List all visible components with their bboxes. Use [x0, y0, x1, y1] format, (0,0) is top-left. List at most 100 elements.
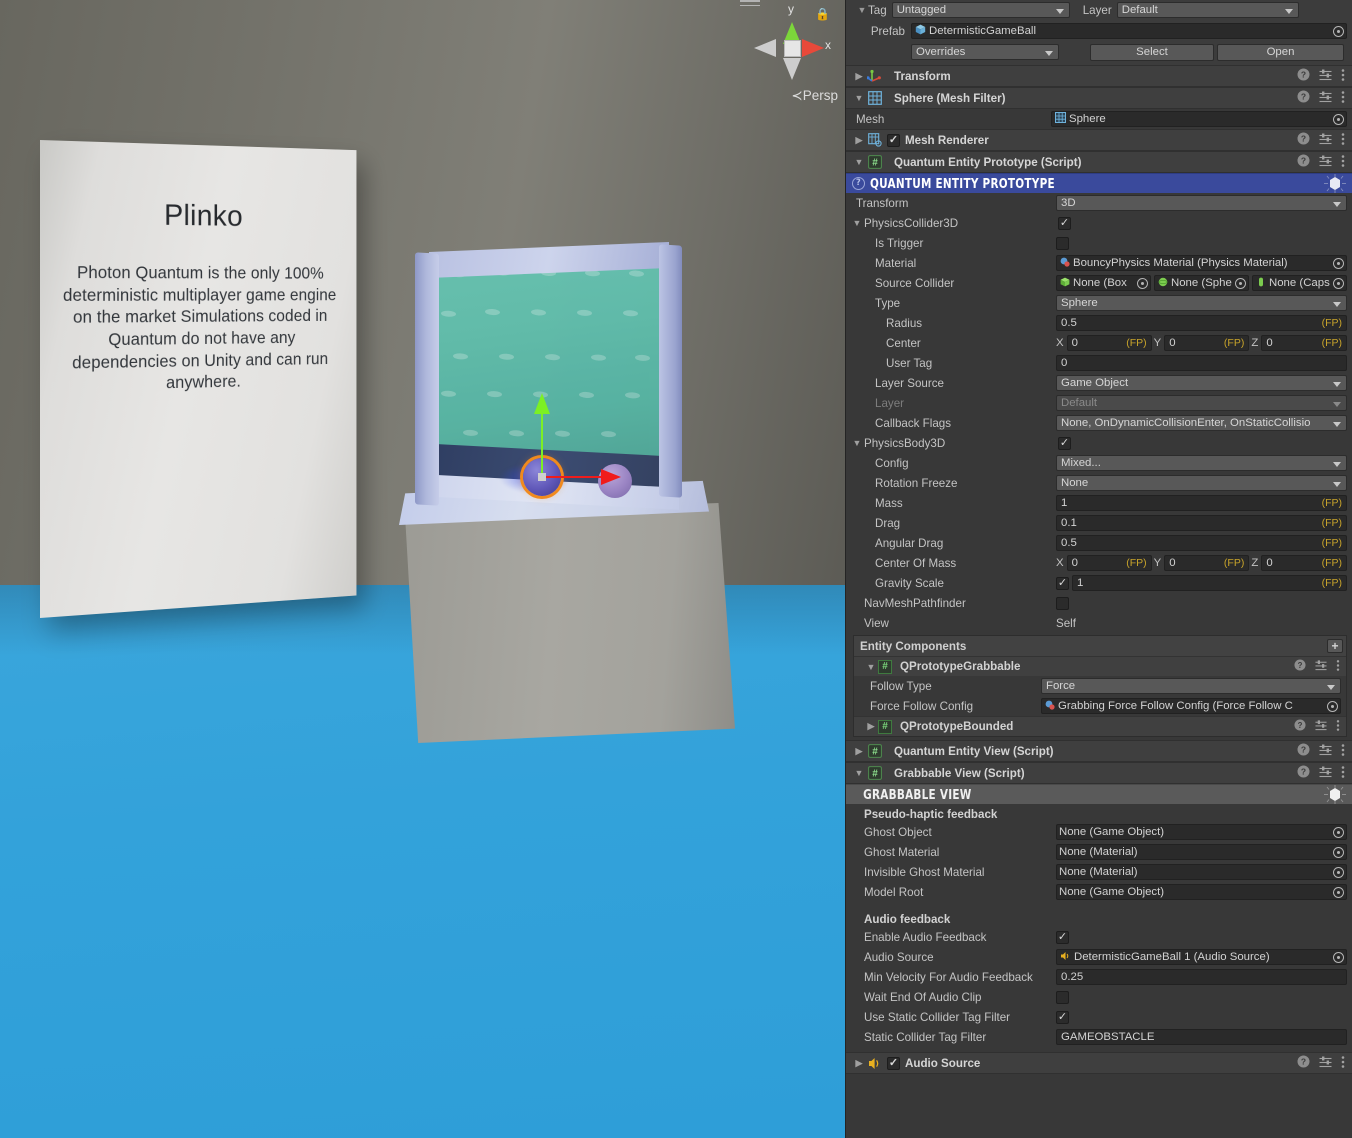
force-follow-config-picker-icon[interactable]: [1327, 701, 1338, 712]
mesh-renderer-enabled-checkbox[interactable]: ✓: [887, 133, 900, 147]
more-options-icon[interactable]: [1341, 743, 1345, 760]
component-header-quantum-entity-prototype[interactable]: ▼ # Quantum Entity Prototype (Script) ?: [846, 151, 1352, 173]
preset-icon[interactable]: [1319, 765, 1332, 781]
ghost-object-field[interactable]: None (Game Object): [1056, 824, 1347, 840]
source-collider-capsule-field[interactable]: None (Caps: [1252, 275, 1347, 291]
more-options-icon[interactable]: [1341, 132, 1345, 149]
capsule-collider-picker-icon[interactable]: [1333, 278, 1344, 289]
scene-gizmo-menu-icon[interactable]: [740, 0, 760, 8]
prefab-select-button[interactable]: Select: [1090, 43, 1214, 61]
inspector-panel[interactable]: ▼ Tag Untagged Layer Default Prefab Dete…: [845, 0, 1352, 1138]
more-options-icon[interactable]: [1341, 1055, 1345, 1072]
preset-icon[interactable]: [1319, 90, 1332, 106]
ghost-material-picker-icon[interactable]: [1333, 847, 1344, 858]
component-header-transform[interactable]: ▶ Transform ?: [846, 65, 1352, 87]
gizmo-projection-label[interactable]: ≺Persp: [748, 88, 838, 104]
scene-view[interactable]: Plinko Photon Quantum is the only 100% d…: [0, 0, 845, 1138]
component-header-quantum-entity-view[interactable]: ▶ # Quantum Entity View (Script) ?: [846, 740, 1352, 762]
more-options-icon[interactable]: [1341, 765, 1345, 782]
invisible-ghost-material-picker-icon[interactable]: [1333, 867, 1344, 878]
mesh-object-picker-icon[interactable]: [1333, 114, 1344, 125]
gizmo-center-cube[interactable]: [784, 40, 801, 57]
ghost-material-field[interactable]: None (Material): [1056, 844, 1347, 860]
model-root-picker-icon[interactable]: [1333, 887, 1344, 898]
help-icon[interactable]: ?: [1297, 132, 1310, 148]
component-header-mesh-filter[interactable]: ▼ Sphere (Mesh Filter) ?: [846, 87, 1352, 109]
config-dropdown[interactable]: Mixed...: [1056, 455, 1347, 471]
scene-orientation-gizmo[interactable]: 🔒 y x ≺Persp: [736, 0, 844, 110]
preset-icon[interactable]: [1315, 719, 1327, 734]
angular-drag-input[interactable]: 0.5 (FP): [1056, 535, 1347, 551]
box-collider-picker-icon[interactable]: [1137, 278, 1148, 289]
enable-audio-feedback-checkbox[interactable]: ✓: [1056, 930, 1069, 944]
foldout-arrow-icon[interactable]: ▶: [852, 135, 866, 146]
prefab-object-picker-icon[interactable]: [1333, 26, 1344, 37]
help-icon[interactable]: ?: [852, 177, 865, 190]
gravity-scale-checkbox[interactable]: ✓: [1056, 576, 1069, 590]
material-object-field[interactable]: BouncyPhysics Material (Physics Material…: [1056, 255, 1347, 271]
help-icon[interactable]: ?: [1294, 719, 1306, 734]
center-y-input[interactable]: 0 (FP): [1164, 335, 1250, 351]
model-root-field[interactable]: None (Game Object): [1056, 884, 1347, 900]
ghost-object-picker-icon[interactable]: [1333, 827, 1344, 838]
rotation-freeze-dropdown[interactable]: None: [1056, 475, 1347, 491]
foldout-arrow-icon[interactable]: ▶: [852, 1058, 866, 1069]
help-icon[interactable]: ?: [1297, 765, 1310, 781]
center-x-input[interactable]: 0 (FP): [1066, 335, 1152, 351]
more-options-icon[interactable]: [1341, 68, 1345, 85]
mesh-object-field[interactable]: Sphere: [1051, 111, 1347, 127]
physics-collider-3d-checkbox[interactable]: ✓: [1058, 216, 1071, 230]
add-entity-component-button[interactable]: +: [1327, 639, 1343, 653]
move-gizmo-center-handle[interactable]: [538, 473, 546, 481]
audio-source-picker-icon[interactable]: [1333, 952, 1344, 963]
source-collider-box-field[interactable]: None (Box: [1056, 275, 1151, 291]
lock-icon[interactable]: 🔒: [815, 8, 830, 21]
collapse-caret-icon[interactable]: ▼: [856, 5, 868, 15]
physics-body-3d-group[interactable]: ▼ PhysicsBody3D ✓: [846, 433, 1352, 453]
collider-type-dropdown[interactable]: Sphere: [1056, 295, 1347, 311]
foldout-arrow-icon[interactable]: ▶: [864, 721, 878, 732]
prefab-object-field[interactable]: DetermisticGameBall: [911, 23, 1347, 39]
gizmo-x-cone[interactable]: [802, 39, 824, 57]
foldout-arrow-icon[interactable]: ▶: [852, 746, 866, 757]
min-velocity-input[interactable]: 0.25: [1056, 969, 1347, 985]
move-gizmo-y-arrow[interactable]: [534, 393, 550, 414]
static-collider-tag-filter-input[interactable]: GAMEOBSTACLE: [1056, 1029, 1347, 1045]
navmesh-pathfinder-checkbox[interactable]: ✓: [1056, 596, 1069, 610]
preset-icon[interactable]: [1319, 1055, 1332, 1071]
entity-component-bounded-header[interactable]: ▶ # QPrototypeBounded ?: [854, 716, 1346, 736]
com-y-input[interactable]: 0 (FP): [1164, 555, 1250, 571]
more-options-icon[interactable]: [1341, 90, 1345, 107]
foldout-arrow-icon[interactable]: ▼: [852, 768, 866, 778]
foldout-arrow-icon[interactable]: ▶: [852, 71, 866, 82]
component-header-audio-source[interactable]: ▶ ✓ Audio Source ?: [846, 1052, 1352, 1074]
force-follow-config-object-field[interactable]: Grabbing Force Follow Config (Force Foll…: [1041, 698, 1341, 714]
foldout-arrow-icon[interactable]: ▼: [852, 93, 866, 103]
com-z-input[interactable]: 0 (FP): [1261, 555, 1348, 571]
invisible-ghost-material-field[interactable]: None (Material): [1056, 864, 1347, 880]
foldout-arrow-icon[interactable]: ▼: [850, 438, 864, 448]
entity-component-grabbable-header[interactable]: ▼ # QPrototypeGrabbable ?: [854, 656, 1346, 676]
layer-dropdown[interactable]: Default: [1116, 2, 1299, 18]
component-header-mesh-renderer[interactable]: ▶ ✓ Mesh Renderer ?: [846, 129, 1352, 151]
audio-source-field[interactable]: DetermisticGameBall 1 (Audio Source): [1056, 949, 1347, 965]
preset-icon[interactable]: [1319, 743, 1332, 759]
physics-body-3d-checkbox[interactable]: ✓: [1058, 436, 1071, 450]
callback-flags-dropdown[interactable]: None, OnDynamicCollisionEnter, OnStaticC…: [1056, 415, 1347, 431]
plinko-sign[interactable]: Plinko Photon Quantum is the only 100% d…: [40, 140, 357, 618]
sphere-collider-picker-icon[interactable]: [1235, 278, 1246, 289]
wait-end-audio-clip-checkbox[interactable]: ✓: [1056, 990, 1069, 1004]
follow-type-dropdown[interactable]: Force: [1041, 678, 1341, 694]
more-options-icon[interactable]: [1336, 659, 1340, 675]
preset-icon[interactable]: [1315, 659, 1327, 674]
foldout-arrow-icon[interactable]: ▼: [852, 157, 866, 167]
preset-icon[interactable]: [1319, 68, 1332, 84]
use-static-collider-tag-filter-checkbox[interactable]: ✓: [1056, 1010, 1069, 1024]
gizmo-negative-x-cone[interactable]: [754, 39, 776, 57]
user-tag-input[interactable]: 0: [1056, 355, 1347, 371]
com-x-input[interactable]: 0 (FP): [1066, 555, 1152, 571]
move-gizmo-x-arrow[interactable]: [601, 469, 621, 485]
help-icon[interactable]: ?: [1297, 90, 1310, 106]
mass-input[interactable]: 1 (FP): [1056, 495, 1347, 511]
foldout-arrow-icon[interactable]: ▼: [850, 218, 864, 228]
